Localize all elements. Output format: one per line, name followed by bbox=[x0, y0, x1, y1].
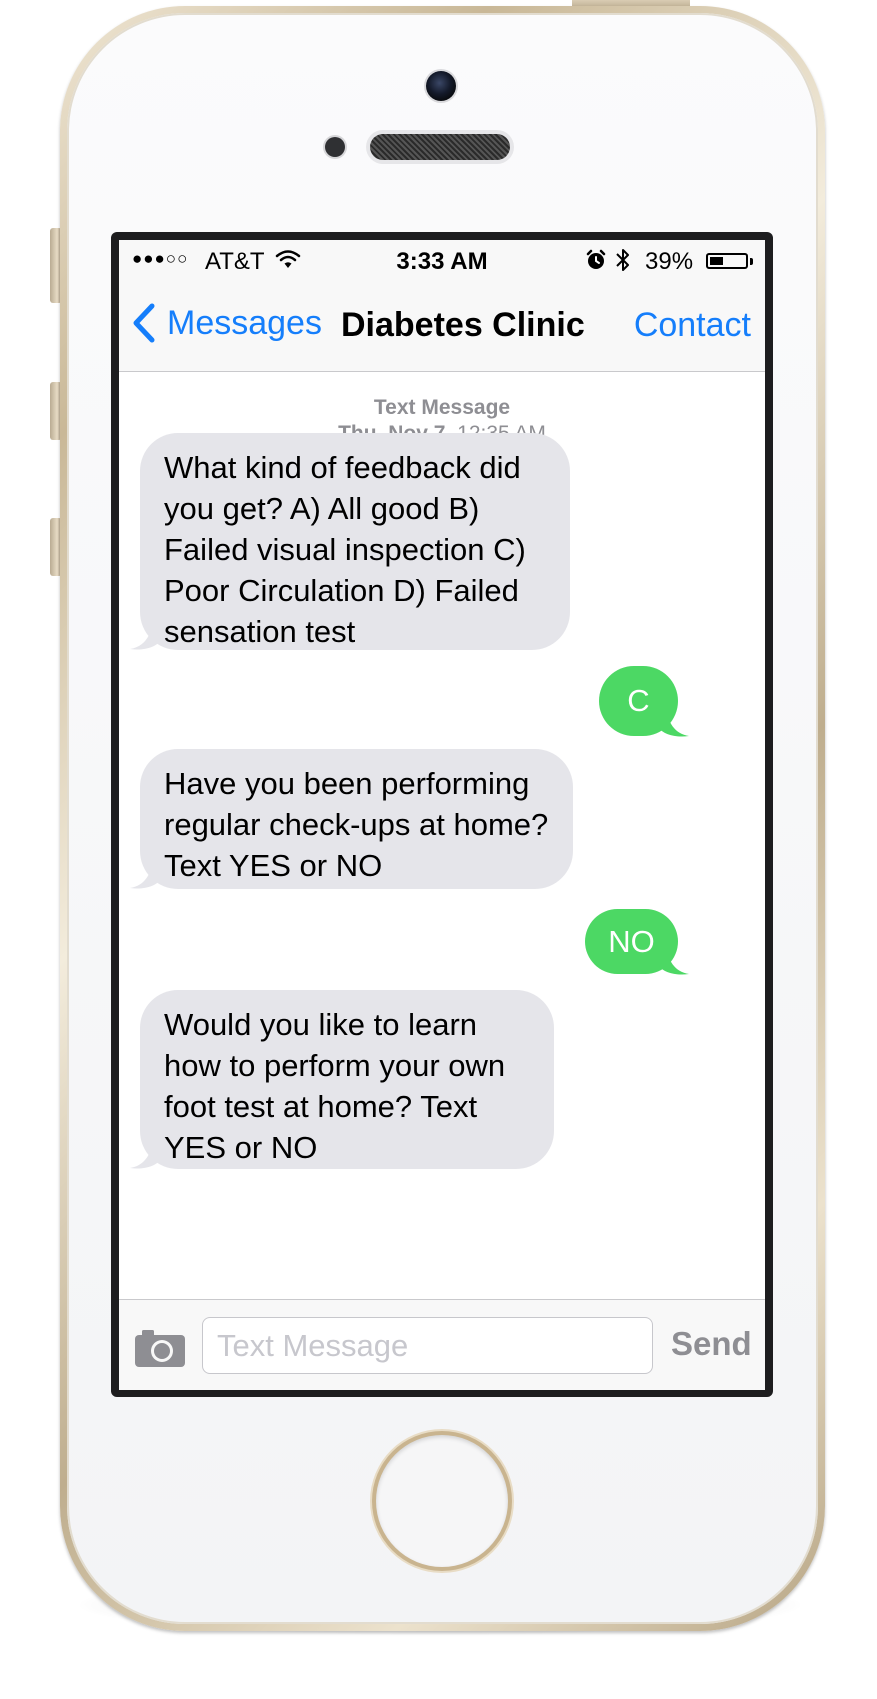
bubble-tail bbox=[130, 1140, 160, 1169]
battery-fill bbox=[710, 257, 723, 265]
contact-button[interactable]: Contact bbox=[634, 306, 751, 345]
status-bar: ●●●○○ AT&T 3:33 AM 39% bbox=[119, 240, 765, 282]
bubble-tail bbox=[130, 621, 160, 650]
conversation-title: Diabetes Clinic bbox=[341, 306, 585, 344]
battery-terminal bbox=[750, 258, 753, 265]
battery-icon bbox=[706, 253, 748, 269]
chevron-left-icon bbox=[133, 303, 155, 343]
alarm-icon bbox=[586, 249, 606, 269]
bubble-tail bbox=[659, 708, 689, 737]
back-button-label: Messages bbox=[167, 303, 322, 342]
back-button[interactable]: Messages bbox=[131, 299, 322, 347]
screen: ●●●○○ AT&T 3:33 AM 39% Messages Diabetes… bbox=[119, 240, 765, 1390]
message-bubble-incoming: Would you like to learn how to perform y… bbox=[140, 990, 554, 1169]
earpiece-speaker bbox=[370, 134, 510, 160]
home-button[interactable] bbox=[376, 1435, 508, 1567]
front-camera bbox=[426, 71, 456, 101]
navigation-bar: Messages Diabetes Clinic Contact bbox=[119, 282, 765, 371]
battery-percent: 39% bbox=[645, 248, 694, 275]
bluetooth-icon bbox=[616, 249, 629, 271]
message-bubble-incoming: Have you been performing regular check-u… bbox=[140, 749, 573, 889]
bubble-tail bbox=[130, 860, 160, 889]
proximity-sensor bbox=[325, 137, 345, 157]
top-bars: ●●●○○ AT&T 3:33 AM 39% Messages Diabetes… bbox=[119, 240, 765, 372]
thread-service-label: Text Message bbox=[373, 396, 511, 419]
message-input[interactable] bbox=[202, 1317, 653, 1374]
composer-bar: Send bbox=[119, 1299, 765, 1390]
camera-icon[interactable] bbox=[134, 1328, 186, 1368]
message-bubble-incoming: What kind of feedback did you get? A) Al… bbox=[140, 433, 570, 650]
bubble-tail bbox=[659, 946, 689, 975]
send-button[interactable]: Send bbox=[671, 1325, 752, 1363]
